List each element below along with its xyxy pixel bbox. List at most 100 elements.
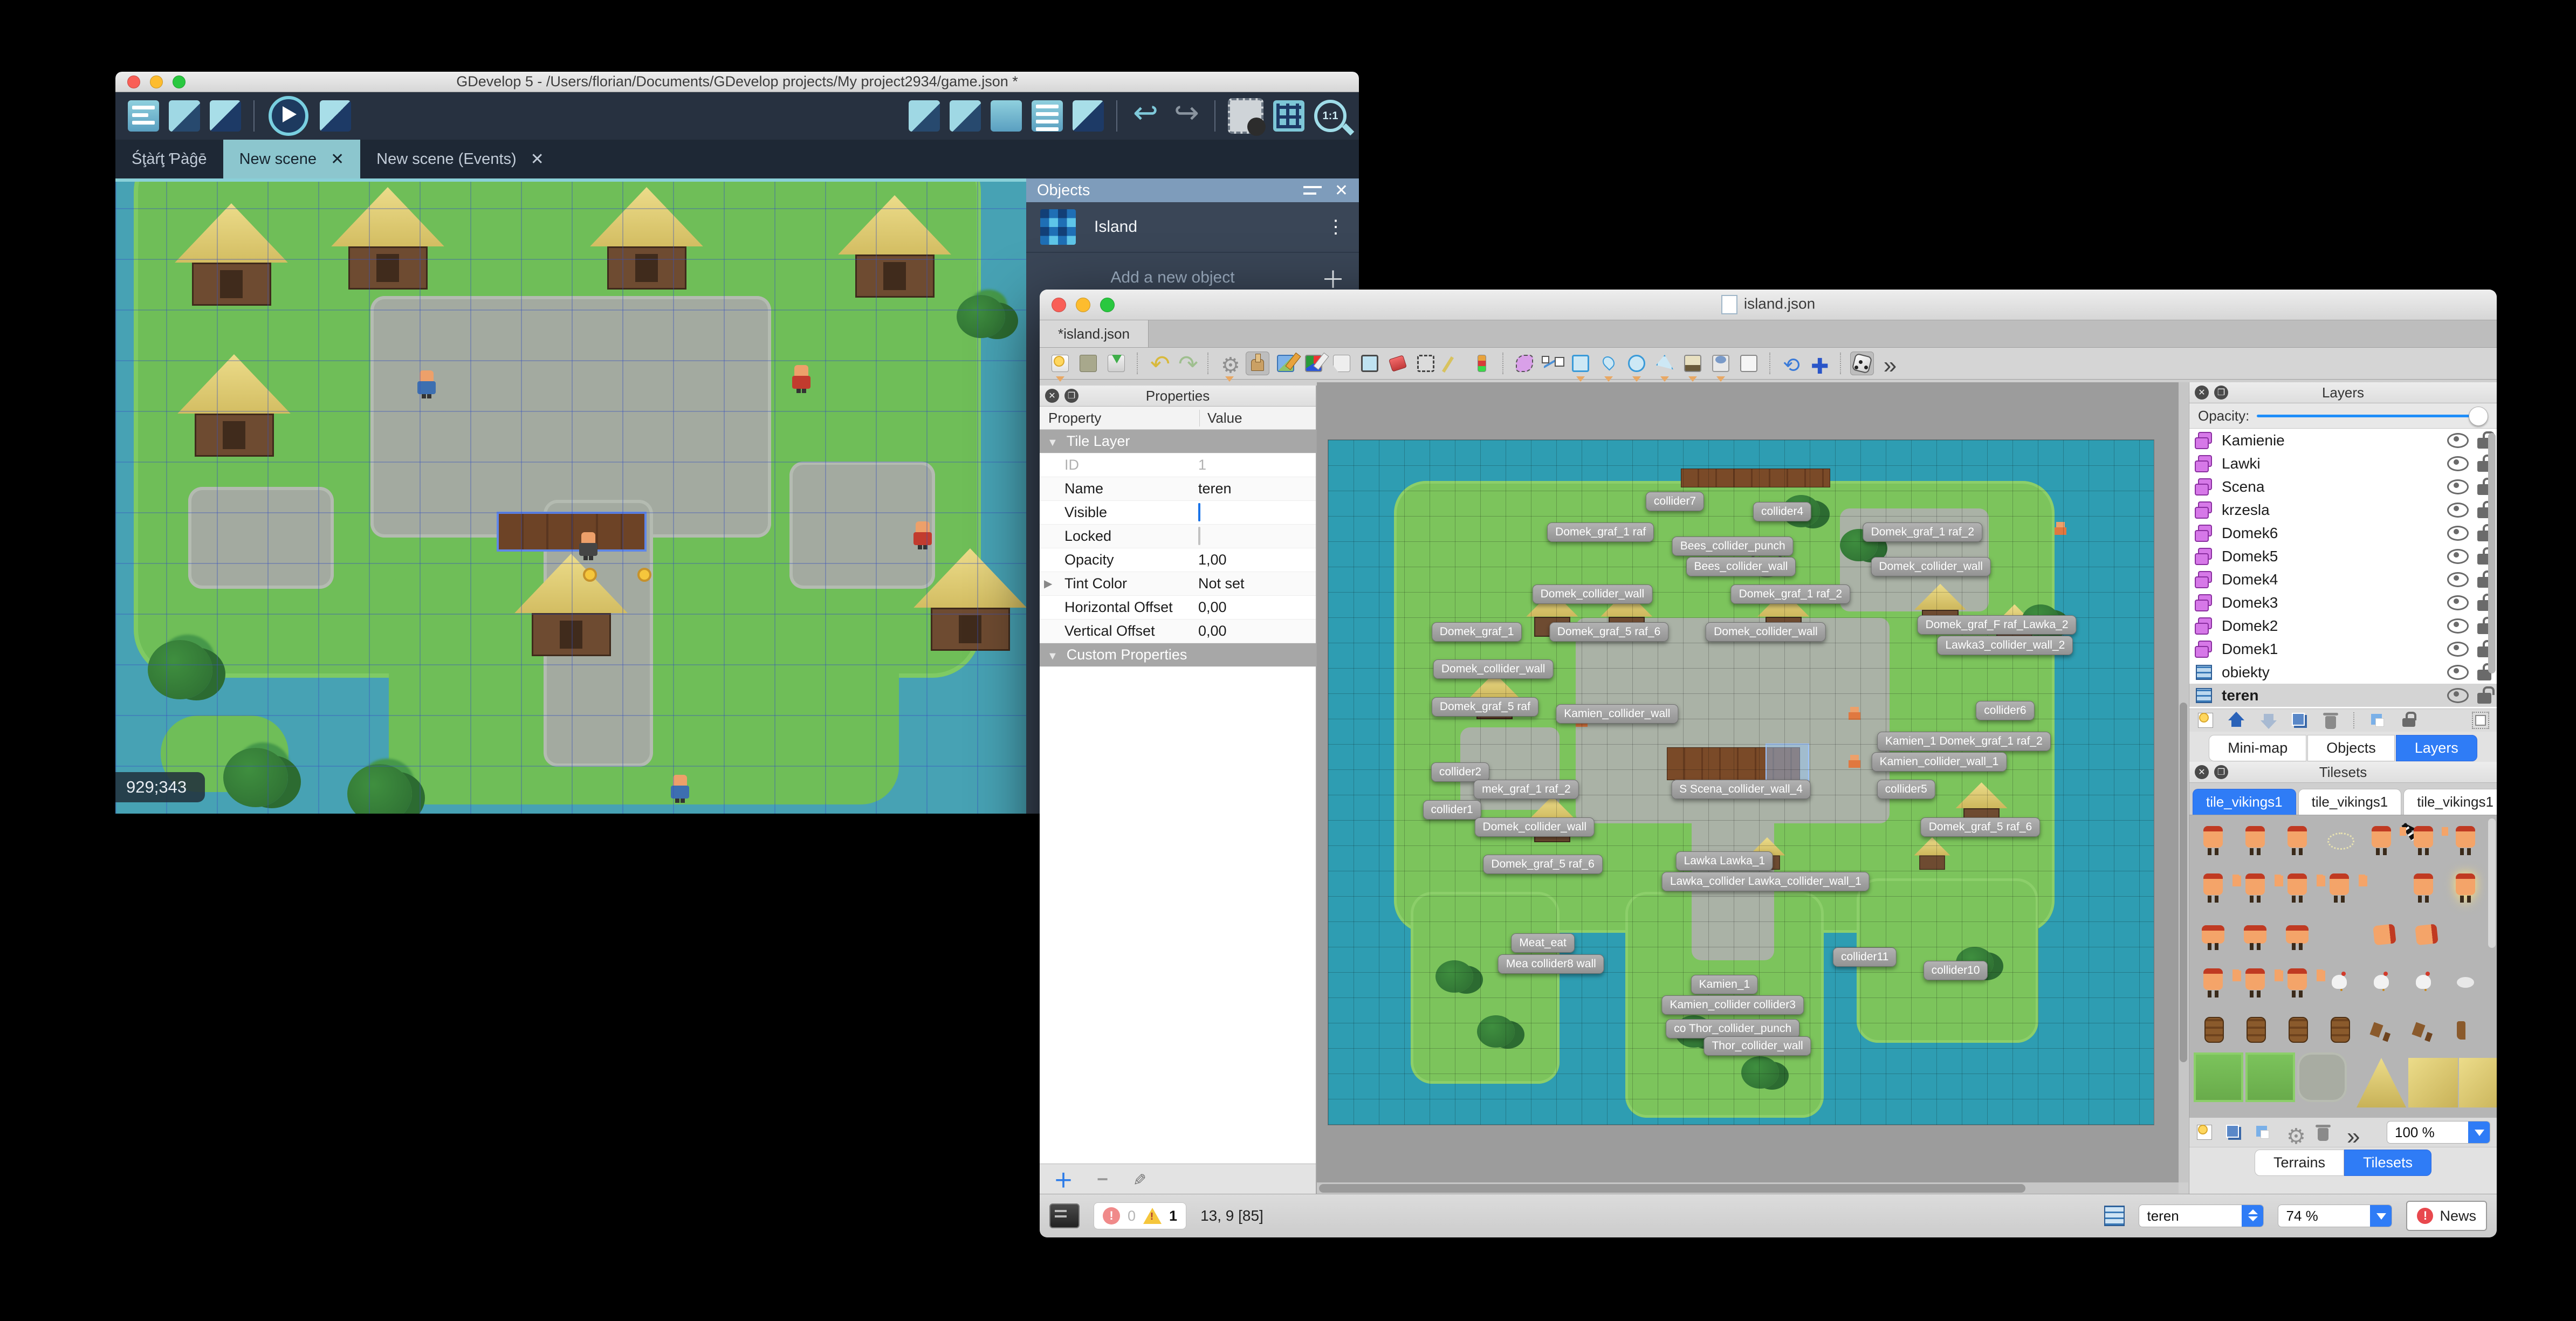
debug-step-icon[interactable] — [320, 100, 351, 132]
save-icon[interactable] — [1104, 352, 1128, 375]
highlight-current-layer-icon[interactable] — [2472, 712, 2489, 729]
layer-row[interactable]: Domek1 — [2189, 637, 2497, 660]
project-manager-icon[interactable] — [128, 100, 159, 132]
property-section-row[interactable]: ▼ Tile Layer — [1040, 430, 1316, 453]
property-value[interactable]: teren — [1191, 480, 1316, 497]
tileset-sprite[interactable] — [2235, 1007, 2277, 1056]
vertical-scrollbar[interactable] — [2179, 382, 2188, 1182]
tileset-sprite[interactable] — [2235, 817, 2277, 866]
visibility-eye-icon[interactable] — [2447, 618, 2469, 634]
edit-tileset-icon[interactable] — [2283, 1123, 2303, 1142]
tileset-sprite[interactable] — [2193, 1007, 2235, 1056]
dropdown-icon[interactable] — [2370, 1205, 2392, 1227]
insert-template-icon[interactable] — [1709, 352, 1733, 382]
visibility-eye-icon[interactable] — [2447, 687, 2469, 703]
lower-layer-icon[interactable] — [2259, 712, 2277, 729]
layers-icon[interactable] — [1073, 100, 1104, 132]
insert-text-icon[interactable]: Abc — [1737, 352, 1761, 375]
map-document[interactable]: collider7 collider4 Domek_graf_1 raf Bees_c… — [1328, 439, 2154, 1125]
property-value[interactable] — [1191, 503, 1316, 521]
layer-opacity-icon[interactable] — [2369, 712, 2386, 729]
tileset-sprite[interactable] — [2277, 1007, 2319, 1056]
layer-row[interactable]: Domek5 — [2189, 545, 2497, 568]
bottom-tab[interactable]: Tilesets — [2344, 1149, 2432, 1176]
dock-tab[interactable]: Mini-map — [2209, 734, 2307, 761]
scene-canvas[interactable]: 929;343 — [115, 178, 1026, 814]
layer-row[interactable]: teren — [2189, 684, 2497, 707]
open-file-icon[interactable] — [1076, 352, 1100, 375]
dropdown-icon[interactable] — [2468, 1122, 2490, 1143]
stamp-brush-icon[interactable] — [1246, 352, 1269, 375]
tileset-sprite[interactable] — [2193, 960, 2235, 1008]
property-row[interactable]: Name teren — [1040, 477, 1316, 501]
property-row[interactable]: Locked — [1040, 525, 1316, 548]
property-value[interactable]: 0,00 — [1191, 599, 1316, 616]
layer-row[interactable]: Domek4 — [2189, 568, 2497, 591]
object-list-item[interactable]: Island ⋮ — [1026, 202, 1359, 253]
tileset-sprite[interactable] — [2277, 960, 2319, 1008]
current-layer-combo[interactable]: teren — [2139, 1205, 2264, 1227]
tileset-sprite[interactable] — [2193, 912, 2235, 961]
layer-row[interactable]: Lawki — [2189, 452, 2497, 475]
terrain-brush-icon[interactable] — [1274, 352, 1297, 375]
tileset-grid[interactable] — [2189, 815, 2497, 1117]
visibility-eye-icon[interactable] — [2447, 548, 2469, 564]
new-map-icon[interactable] — [1048, 352, 1072, 382]
rectangular-select-icon[interactable] — [1414, 352, 1438, 375]
visibility-eye-icon[interactable] — [2447, 479, 2469, 494]
property-row[interactable]: Opacity 1,00 — [1040, 548, 1316, 572]
property-value[interactable]: Not set — [1191, 575, 1316, 592]
tileset-scrollbar[interactable] — [2488, 818, 2496, 948]
dock-tab[interactable]: Layers — [2395, 734, 2477, 761]
close-icon[interactable]: ✕ — [1335, 181, 1348, 200]
stepper-icon[interactable] — [2242, 1205, 2264, 1227]
insert-tile-icon[interactable] — [1681, 352, 1705, 382]
document-tab[interactable]: *island.json — [1040, 320, 1149, 347]
layer-row[interactable]: Domek2 — [2189, 614, 2497, 637]
visibility-eye-icon[interactable] — [2447, 432, 2469, 448]
undo-icon[interactable] — [1147, 352, 1171, 375]
layer-list-scrollbar[interactable] — [2488, 433, 2496, 674]
issues-chip[interactable]: ! 0 1 — [1094, 1202, 1187, 1229]
add-group-icon[interactable] — [950, 100, 981, 132]
close-tab-icon[interactable]: ✕ — [331, 150, 344, 169]
preview-icon[interactable] — [169, 100, 200, 132]
editor-tab[interactable]: New scene (Events) ✕ — [360, 140, 560, 178]
mask-icon[interactable] — [1228, 98, 1266, 136]
zoom-1-1-icon[interactable]: 1:1 — [1314, 100, 1347, 132]
tileset-sprite[interactable] — [2277, 912, 2319, 961]
expand-icon[interactable]: ▶ — [1044, 577, 1062, 590]
layer-row[interactable]: Domek6 — [2189, 521, 2497, 545]
tileset-sprite[interactable] — [2403, 1007, 2445, 1056]
tileset-sprite[interactable] — [2319, 817, 2361, 866]
property-row[interactable]: Vertical Offset 0,00 — [1040, 620, 1316, 643]
layer-row[interactable]: Kamienie — [2189, 429, 2497, 452]
tileset-sprite[interactable] — [2445, 865, 2487, 913]
play-icon[interactable] — [269, 96, 308, 136]
tileset-sprite[interactable] — [2361, 817, 2403, 866]
delete-layer-icon[interactable] — [2322, 712, 2339, 729]
news-button[interactable]: ! News — [2406, 1201, 2487, 1231]
visibility-eye-icon[interactable] — [2447, 664, 2469, 680]
property-value[interactable]: 0,00 — [1191, 623, 1316, 639]
map-zoom-combo[interactable]: 74 % — [2278, 1205, 2393, 1227]
random-mode-icon[interactable] — [1850, 352, 1874, 375]
eraser-area-icon[interactable] — [1358, 352, 1382, 375]
layer-row[interactable]: Domek3 — [2189, 591, 2497, 614]
editor-tab[interactable]: Śţàŕţ Ƥàĝē — [115, 140, 223, 178]
tileset-sprite[interactable] — [2193, 817, 2235, 866]
filter-icon[interactable] — [1303, 184, 1322, 197]
layer-row[interactable]: obiekty — [2189, 660, 2497, 684]
bucket-fill-icon[interactable] — [1302, 352, 1325, 375]
insert-point-icon[interactable] — [1597, 352, 1620, 382]
opacity-slider[interactable] — [2257, 406, 2488, 426]
same-tile-select-icon[interactable] — [1470, 352, 1494, 375]
insert-ellipse-icon[interactable] — [1625, 352, 1648, 382]
map-view[interactable]: collider7 collider4 Domek_graf_1 raf Bees_c… — [1317, 382, 2179, 1194]
visibility-eye-icon[interactable] — [2447, 502, 2469, 518]
embed-tileset-icon[interactable] — [2225, 1124, 2242, 1141]
property-row[interactable]: Horizontal Offset 0,00 — [1040, 596, 1316, 620]
duplicate-layer-icon[interactable] — [2291, 712, 2308, 729]
tileset-sprite[interactable] — [2235, 865, 2277, 913]
unlock-icon[interactable] — [2477, 686, 2495, 704]
